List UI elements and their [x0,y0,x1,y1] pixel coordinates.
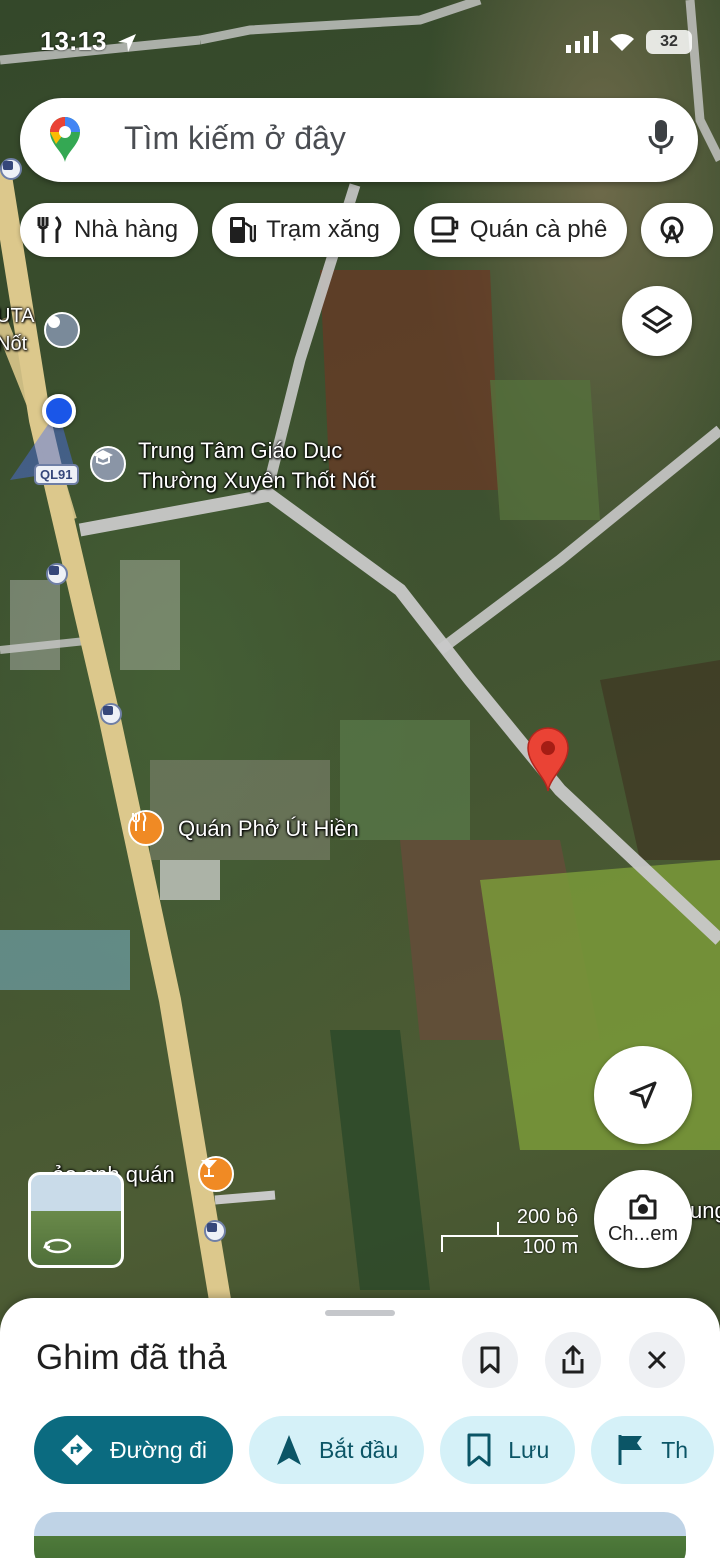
map-label-pho[interactable]: Quán Phở Út Hiền [178,814,359,844]
save-button[interactable]: Lưu [440,1416,576,1484]
status-time: 13:13 [40,26,107,56]
chip-attractions[interactable] [641,203,714,257]
flag-icon [618,1435,643,1465]
wifi-icon [610,34,634,51]
drag-handle[interactable] [325,1310,395,1316]
scale-imperial: 200 bộ [516,1206,578,1228]
location-arrow-icon [118,34,136,52]
map-scale: 200 bộ 100 m [440,1206,580,1262]
battery-indicator: 32 [646,30,692,54]
google-maps-logo-icon [50,117,80,162]
microphone-icon[interactable] [648,118,674,158]
current-location-icon [42,394,76,428]
start-navigation-button[interactable]: Bắt đầu [248,1416,425,1484]
map-label-left-poi[interactable]: UTA Nốt [0,302,35,358]
route-badge: QL91 [34,464,79,485]
close-icon [647,1350,667,1370]
dropped-pin-icon[interactable] [526,727,570,793]
label-button[interactable]: Th [591,1416,715,1484]
search-bar[interactable]: Tìm kiếm ở đây [20,98,698,182]
bus-stop-icon[interactable] [46,563,68,585]
bookmark-icon [480,1346,500,1374]
rotate-360-icon [43,1238,72,1254]
attraction-icon [660,216,684,244]
share-button[interactable] [545,1332,601,1388]
bus-stop-icon[interactable] [100,703,122,725]
layers-icon [641,305,673,334]
status-bar: 13:13 32 [0,26,720,62]
directions-label: Đường đi [110,1436,207,1463]
map-label-school[interactable]: Trung Tâm Giáo Dục Thường Xuyên Thốt Nốt [138,436,376,496]
my-location-button[interactable] [594,1046,692,1144]
bus-stop-icon[interactable] [204,1220,226,1242]
bar-icon[interactable] [198,1156,234,1192]
bookmark-icon [467,1433,491,1467]
label-label: Th [661,1436,689,1463]
sheet-title: Ghim đã thả [36,1338,227,1377]
place-sheet[interactable]: Ghim đã thả Đường đi Bắt đầu Lưu Th [0,1298,720,1558]
category-chips: Nhà hàng Trạm xăng Quán cà phê [20,203,714,259]
chip-gas-stations[interactable]: Trạm xăng [212,203,400,257]
place-pin-icon[interactable] [44,312,80,348]
save-label: Lưu [508,1436,550,1463]
signal-icon [566,31,598,53]
camera-label: Ch...em [607,1222,679,1245]
start-label: Bắt đầu [318,1436,399,1463]
bus-stop-icon[interactable] [0,158,22,180]
navigation-arrow-icon [629,1081,657,1109]
search-input[interactable]: Tìm kiếm ở đây [124,120,346,157]
navigation-arrow-icon [276,1435,301,1465]
street-view-thumbnail[interactable] [28,1172,124,1268]
chip-label: Quán cà phê [469,216,608,243]
camera-icon [629,1194,657,1219]
chip-restaurants[interactable]: Nhà hàng [20,203,199,257]
directions-icon [61,1434,93,1466]
save-bookmark-button[interactable] [462,1332,518,1388]
directions-button[interactable]: Đường đi [34,1416,233,1484]
close-button[interactable] [629,1332,685,1388]
coffee-icon [431,216,459,243]
place-photo[interactable] [34,1512,686,1558]
restaurant-icon [37,215,62,243]
camera-search-button[interactable]: Ch...em [594,1170,692,1268]
chip-label: Nhà hàng [74,216,179,243]
layers-button[interactable] [622,286,692,356]
gas-station-icon [230,217,257,243]
scale-metric: 100 m [522,1236,578,1258]
share-icon [562,1345,584,1374]
action-row: Đường đi Bắt đầu Lưu Th [34,1416,715,1484]
restaurant-icon[interactable] [128,810,164,846]
school-icon[interactable] [90,446,126,482]
chip-coffee[interactable]: Quán cà phê [413,203,628,257]
chip-label: Trạm xăng [266,216,380,243]
map-label-right-edge[interactable]: ung [690,1196,720,1226]
